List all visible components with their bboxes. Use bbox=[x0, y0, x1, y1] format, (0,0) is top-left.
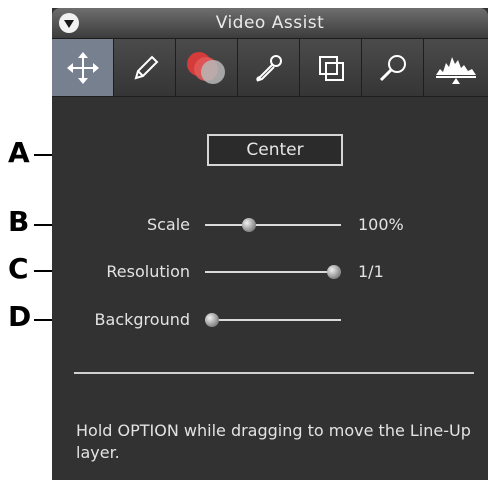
resolution-label: Resolution bbox=[106, 262, 190, 281]
overlay-tool-button[interactable] bbox=[176, 39, 238, 96]
callout-d-label: D bbox=[8, 300, 32, 333]
window-title: Video Assist bbox=[215, 13, 325, 33]
scale-value: 100% bbox=[358, 215, 404, 234]
pencil-icon bbox=[134, 55, 158, 79]
resolution-slider-track[interactable] bbox=[205, 271, 341, 273]
pencil-tool-button[interactable] bbox=[114, 39, 176, 96]
magnifier-tool-button[interactable] bbox=[362, 39, 424, 96]
background-label: Background bbox=[94, 310, 190, 329]
center-button[interactable]: Center bbox=[207, 134, 343, 166]
scale-slider-thumb[interactable] bbox=[241, 218, 256, 232]
scale-label: Scale bbox=[146, 215, 190, 234]
callout-a-label: A bbox=[8, 136, 30, 169]
eyedropper-icon bbox=[255, 54, 282, 82]
eyedropper-tool-button[interactable] bbox=[238, 39, 300, 96]
scale-slider-track[interactable] bbox=[205, 224, 341, 226]
histogram-icon bbox=[436, 56, 476, 84]
layers-tool-button[interactable] bbox=[300, 39, 362, 96]
video-assist-panel: Video Assist Center Scale 100% Resolutio… bbox=[52, 8, 488, 480]
move-arrows-icon bbox=[66, 51, 99, 84]
figure: A B C D Video Assist Center Scale 100% R… bbox=[0, 0, 488, 480]
background-slider-track[interactable] bbox=[205, 319, 341, 321]
magnifier-icon bbox=[379, 54, 406, 81]
help-text: Hold OPTION while dragging to move the L… bbox=[76, 421, 471, 462]
callout-c-label: C bbox=[8, 252, 29, 285]
background-slider-thumb[interactable] bbox=[205, 313, 219, 327]
move-tool-button[interactable] bbox=[52, 39, 114, 96]
resolution-slider-thumb[interactable] bbox=[327, 265, 341, 279]
resolution-value: 1/1 bbox=[358, 262, 384, 281]
toolbar bbox=[52, 39, 488, 97]
histogram-tool-button[interactable] bbox=[424, 39, 488, 96]
divider bbox=[74, 372, 474, 374]
overlapping-circles-icon bbox=[186, 51, 225, 84]
callout-b-label: B bbox=[8, 205, 30, 238]
stacked-squares-icon bbox=[318, 55, 344, 81]
title-bar[interactable]: Video Assist bbox=[52, 8, 488, 39]
